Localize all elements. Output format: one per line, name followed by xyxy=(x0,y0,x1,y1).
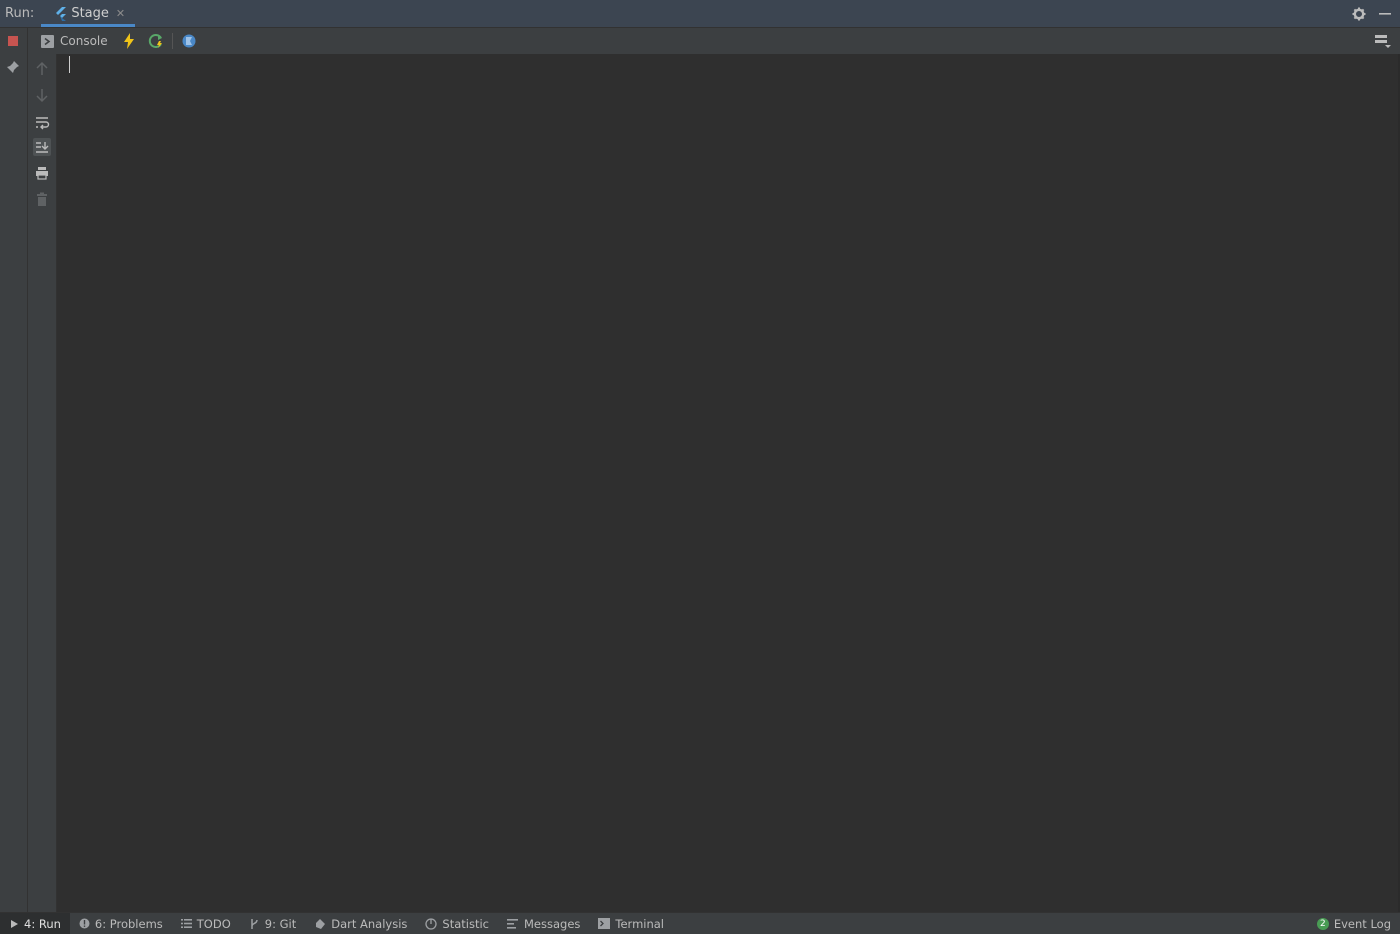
console-icon xyxy=(41,34,54,48)
terminal-icon xyxy=(598,918,611,929)
trash-icon[interactable] xyxy=(33,190,51,208)
soft-wrap-icon[interactable] xyxy=(33,113,51,131)
tool-window-label: Statistic xyxy=(442,916,489,931)
console-toolbar: Console xyxy=(28,28,1400,54)
tool-window-bar: 4: Run 6: Problems TODO 9: Git Dart Anal… xyxy=(0,912,1400,934)
tool-window-statistic[interactable]: Statistic xyxy=(416,913,498,934)
up-arrow-icon[interactable] xyxy=(33,60,51,78)
console-output[interactable] xyxy=(57,54,1398,912)
tool-window-label: Terminal xyxy=(615,916,665,931)
gear-icon[interactable] xyxy=(1352,7,1366,21)
down-arrow-icon[interactable] xyxy=(33,86,51,104)
close-icon[interactable]: ✕ xyxy=(116,7,125,20)
list-icon xyxy=(180,918,192,929)
console-tab-label: Console xyxy=(60,34,108,48)
hot-reload-icon[interactable] xyxy=(122,33,136,49)
tool-window-label: 9: Git xyxy=(264,916,297,931)
tool-window-todo[interactable]: TODO xyxy=(172,913,240,934)
devtools-icon[interactable] xyxy=(181,33,197,49)
tab-label: Stage xyxy=(71,6,109,21)
tool-window-label: Dart Analysis xyxy=(331,916,408,931)
tool-window-git[interactable]: 9: Git xyxy=(240,913,305,934)
tab-stage[interactable]: Stage ✕ xyxy=(41,0,136,27)
tool-window-label: Messages xyxy=(524,916,581,931)
tool-window-run[interactable]: 4: Run xyxy=(0,912,70,934)
tool-window-label: 4: Run xyxy=(24,916,61,931)
toolbar-divider xyxy=(171,33,173,49)
pin-icon[interactable] xyxy=(5,59,21,75)
scroll-to-end-icon[interactable] xyxy=(33,138,51,156)
ide-run-window: Run: Stage ✕ Console 4: Run 6: Problems … xyxy=(0,0,1400,934)
tool-window-terminal[interactable]: Terminal xyxy=(589,913,673,934)
branch-icon xyxy=(249,918,260,930)
run-actions-rail xyxy=(0,28,28,912)
tool-window-label: Event Log xyxy=(1333,916,1391,931)
hot-restart-icon[interactable] xyxy=(148,33,164,49)
tool-window-messages[interactable]: Messages xyxy=(498,913,589,934)
tool-window-label: 6: Problems xyxy=(94,916,163,931)
console-side-toolbar xyxy=(28,54,57,912)
tool-window-event-log[interactable]: 2 Event Log xyxy=(1308,913,1400,934)
stop-icon[interactable] xyxy=(5,33,21,49)
print-icon[interactable] xyxy=(33,164,51,182)
layout-icon[interactable] xyxy=(1375,34,1391,48)
play-icon xyxy=(9,919,19,929)
pie-icon xyxy=(425,917,438,930)
flutter-icon xyxy=(55,6,67,21)
tab-active-indicator xyxy=(41,24,136,27)
run-label: Run: xyxy=(5,6,35,21)
tool-window-label: TODO xyxy=(196,916,231,931)
tool-window-dart-analysis[interactable]: Dart Analysis xyxy=(305,913,416,934)
dart-icon xyxy=(314,918,326,930)
tab-console[interactable]: Console xyxy=(41,34,108,48)
messages-icon xyxy=(507,918,519,929)
minimize-icon[interactable] xyxy=(1378,7,1392,21)
run-panel-header: Run: Stage ✕ xyxy=(0,0,1400,28)
event-log-count-badge: 2 xyxy=(1316,917,1329,930)
info-icon xyxy=(79,918,90,929)
tool-window-problems[interactable]: 6: Problems xyxy=(70,913,172,934)
text-caret xyxy=(69,56,70,73)
